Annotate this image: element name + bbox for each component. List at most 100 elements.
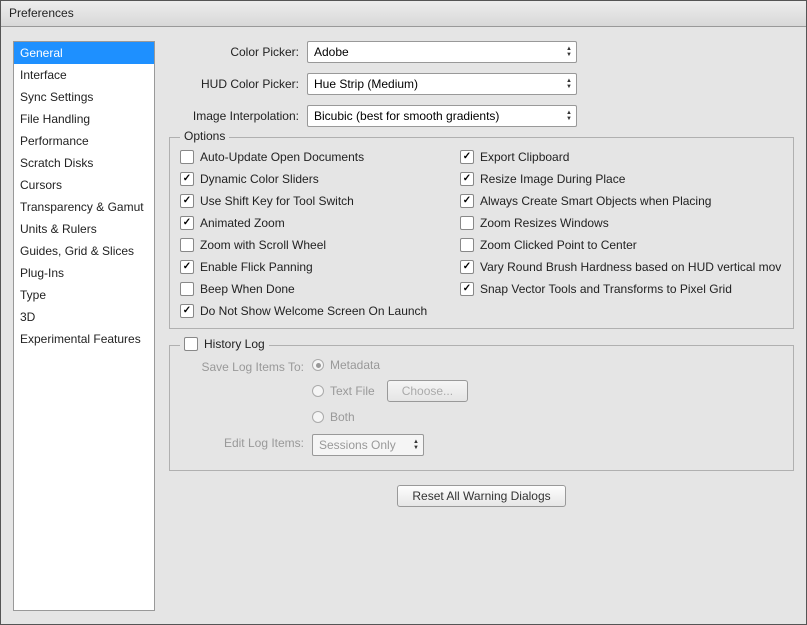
radio-circle xyxy=(312,411,324,423)
dropdown-arrows-icon: ▲▼ xyxy=(566,74,572,94)
checkbox-welcome-screen[interactable]: Do Not Show Welcome Screen On Launch xyxy=(180,304,783,318)
checkbox-label: Vary Round Brush Hardness based on HUD v… xyxy=(480,260,781,274)
checkbox-box xyxy=(180,238,194,252)
checkbox-snap-vector-tools-and-transforms[interactable]: Snap Vector Tools and Transforms to Pixe… xyxy=(460,282,783,296)
sidebar-item-file-handling[interactable]: File Handling xyxy=(14,108,154,130)
dropdown-arrows-icon: ▲▼ xyxy=(566,42,572,62)
history-log-checkbox[interactable] xyxy=(184,337,198,351)
checkbox-export-clipboard[interactable]: Export Clipboard xyxy=(460,150,783,164)
checkbox-label: Auto-Update Open Documents xyxy=(200,150,364,164)
checkbox-animated-zoom[interactable]: Animated Zoom xyxy=(180,216,440,230)
hud-color-picker-value: Hue Strip (Medium) xyxy=(314,77,418,91)
edit-log-label: Edit Log Items: xyxy=(184,434,304,450)
options-group: Options Auto-Update Open DocumentsExport… xyxy=(169,137,794,329)
checkbox-box xyxy=(460,172,474,186)
checkbox-label: Use Shift Key for Tool Switch xyxy=(200,194,354,208)
sidebar-item-3d[interactable]: 3D xyxy=(14,306,154,328)
checkbox-label: Snap Vector Tools and Transforms to Pixe… xyxy=(480,282,732,296)
checkbox-label: Resize Image During Place xyxy=(480,172,625,186)
checkbox-label: Enable Flick Panning xyxy=(200,260,313,274)
hud-color-picker-select[interactable]: Hue Strip (Medium) ▲▼ xyxy=(307,73,577,95)
color-picker-select[interactable]: Adobe ▲▼ xyxy=(307,41,577,63)
radio-both[interactable]: Both xyxy=(312,410,355,424)
sidebar-item-experimental-features[interactable]: Experimental Features xyxy=(14,328,154,350)
checkbox-label: Animated Zoom xyxy=(200,216,285,230)
checkbox-label: Export Clipboard xyxy=(480,150,569,164)
checkbox-zoom-clicked-point-to-center[interactable]: Zoom Clicked Point to Center xyxy=(460,238,783,252)
checkbox-label: Always Create Smart Objects when Placing xyxy=(480,194,711,208)
color-picker-value: Adobe xyxy=(314,45,349,59)
checkbox-label: Zoom with Scroll Wheel xyxy=(200,238,326,252)
history-content: Save Log Items To: Metadata Text File Choo… xyxy=(180,358,783,456)
checkbox-label: Zoom Resizes Windows xyxy=(480,216,609,230)
checkbox-label: Zoom Clicked Point to Center xyxy=(480,238,637,252)
radio-label: Both xyxy=(330,410,355,424)
checkbox-resize-image-during-place[interactable]: Resize Image During Place xyxy=(460,172,783,186)
checkbox-box xyxy=(460,216,474,230)
checkbox-box xyxy=(180,260,194,274)
checkbox-vary-round-brush-hardness-based-[interactable]: Vary Round Brush Hardness based on HUD v… xyxy=(460,260,783,274)
window-title: Preferences xyxy=(9,6,74,20)
sidebar-item-plug-ins[interactable]: Plug-Ins xyxy=(14,262,154,284)
sidebar-item-general[interactable]: General xyxy=(14,42,154,64)
hud-color-picker-label: HUD Color Picker: xyxy=(169,77,299,91)
checkbox-beep-when-done[interactable]: Beep When Done xyxy=(180,282,440,296)
content: GeneralInterfaceSync SettingsFile Handli… xyxy=(1,27,806,625)
checkbox-box xyxy=(460,194,474,208)
reset-warnings-button[interactable]: Reset All Warning Dialogs xyxy=(397,485,565,507)
checkbox-enable-flick-panning[interactable]: Enable Flick Panning xyxy=(180,260,440,274)
main-panel: Color Picker: Adobe ▲▼ HUD Color Picker:… xyxy=(169,41,794,611)
checkbox-label: Beep When Done xyxy=(200,282,295,296)
titlebar: Preferences xyxy=(1,1,806,27)
radio-circle xyxy=(312,359,324,371)
sidebar-item-performance[interactable]: Performance xyxy=(14,130,154,152)
checkbox-box xyxy=(460,282,474,296)
checkbox-zoom-resizes-windows[interactable]: Zoom Resizes Windows xyxy=(460,216,783,230)
checkbox-box xyxy=(180,282,194,296)
sidebar-item-sync-settings[interactable]: Sync Settings xyxy=(14,86,154,108)
preferences-window: Preferences GeneralInterfaceSync Setting… xyxy=(0,0,807,625)
sidebar-item-cursors[interactable]: Cursors xyxy=(14,174,154,196)
choose-button[interactable]: Choose... xyxy=(387,380,468,402)
options-group-title: Options xyxy=(180,129,229,143)
reset-row: Reset All Warning Dialogs xyxy=(169,485,794,507)
image-interpolation-select[interactable]: Bicubic (best for smooth gradients) ▲▼ xyxy=(307,105,577,127)
edit-log-select[interactable]: Sessions Only ▲▼ xyxy=(312,434,424,456)
save-log-label: Save Log Items To: xyxy=(184,358,304,374)
checkbox-box xyxy=(180,194,194,208)
checkbox-box xyxy=(460,238,474,252)
radio-circle xyxy=(312,385,324,397)
checkbox-welcome-label: Do Not Show Welcome Screen On Launch xyxy=(200,304,427,318)
sidebar-item-type[interactable]: Type xyxy=(14,284,154,306)
checkbox-dynamic-color-sliders[interactable]: Dynamic Color Sliders xyxy=(180,172,440,186)
checkbox-box xyxy=(460,150,474,164)
image-interpolation-value: Bicubic (best for smooth gradients) xyxy=(314,109,499,123)
history-log-label: History Log xyxy=(204,337,265,351)
checkbox-always-create-smart-objects-when[interactable]: Always Create Smart Objects when Placing xyxy=(460,194,783,208)
checkbox-label: Dynamic Color Sliders xyxy=(200,172,319,186)
checkbox-use-shift-key-for-tool-switch[interactable]: Use Shift Key for Tool Switch xyxy=(180,194,440,208)
checkbox-box xyxy=(180,172,194,186)
history-log-group: History Log Save Log Items To: MetadataT… xyxy=(169,345,794,471)
checkbox-box xyxy=(180,216,194,230)
image-interpolation-label: Image Interpolation: xyxy=(169,109,299,123)
edit-log-value: Sessions Only xyxy=(319,438,396,452)
sidebar-item-scratch-disks[interactable]: Scratch Disks xyxy=(14,152,154,174)
checkbox-zoom-with-scroll-wheel[interactable]: Zoom with Scroll Wheel xyxy=(180,238,440,252)
sidebar-item-interface[interactable]: Interface xyxy=(14,64,154,86)
checkbox-auto-update-open-documents[interactable]: Auto-Update Open Documents xyxy=(180,150,440,164)
radio-text-file[interactable]: Text File xyxy=(312,384,375,398)
checkbox-box xyxy=(460,260,474,274)
color-picker-label: Color Picker: xyxy=(169,45,299,59)
sidebar: GeneralInterfaceSync SettingsFile Handli… xyxy=(13,41,155,611)
history-log-title: History Log xyxy=(180,337,269,351)
sidebar-item-units-rulers[interactable]: Units & Rulers xyxy=(14,218,154,240)
checkbox-box xyxy=(180,304,194,318)
radio-label: Text File xyxy=(330,384,375,398)
dropdown-arrows-icon: ▲▼ xyxy=(566,106,572,126)
options-grid: Auto-Update Open Documents Export Clipboa… xyxy=(180,150,783,296)
sidebar-item-transparency-gamut[interactable]: Transparency & Gamut xyxy=(14,196,154,218)
radio-metadata[interactable]: Metadata xyxy=(312,358,380,372)
sidebar-item-guides-grid-slices[interactable]: Guides, Grid & Slices xyxy=(14,240,154,262)
checkbox-box xyxy=(180,150,194,164)
